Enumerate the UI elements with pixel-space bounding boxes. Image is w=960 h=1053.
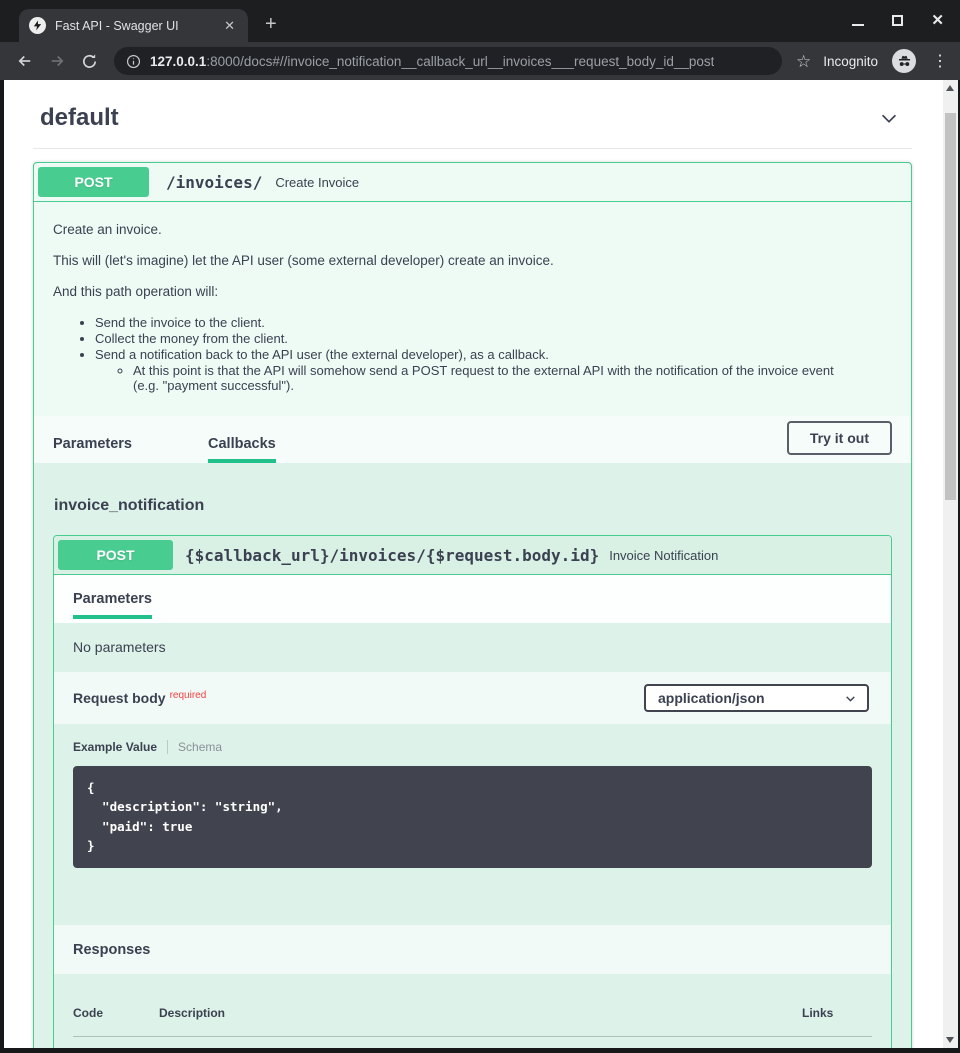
window-close-icon[interactable]: ✕ xyxy=(931,13,944,28)
operation-tab-bar: Parameters Callbacks Try it out xyxy=(34,416,911,463)
callbacks-container: invoice_notification POST {$callback_url… xyxy=(34,463,911,1048)
example-section: Example Value Schema { "description": "s… xyxy=(54,724,891,925)
page-scrollbar[interactable] xyxy=(943,80,958,1048)
chevron-down-icon[interactable] xyxy=(878,107,900,129)
operation-summary: Create Invoice xyxy=(275,175,359,190)
swagger-page: default POST /invoices/ Create Invoice C… xyxy=(4,80,943,1048)
header-code: Code xyxy=(73,1006,159,1020)
new-tab-icon[interactable]: + xyxy=(265,13,277,36)
responses-table-section: Code Description Links 200 Successful Re… xyxy=(54,974,891,1049)
callback-tab-bar: Parameters xyxy=(54,575,891,623)
request-body-label: Request body xyxy=(73,690,166,706)
tab-title: Fast API - Swagger UI xyxy=(55,19,212,33)
minimize-icon[interactable] xyxy=(852,24,864,26)
section-title: default xyxy=(40,104,119,132)
site-info-icon[interactable] xyxy=(126,54,141,69)
select-chevron-icon xyxy=(844,692,857,705)
fastapi-favicon-icon xyxy=(29,17,46,34)
example-tab-bar: Example Value Schema xyxy=(73,740,872,754)
browser-menu-icon[interactable]: ⋮ xyxy=(932,51,948,71)
sub-bullet-item: At this point is that the API will someh… xyxy=(133,363,863,393)
bullet-item: Send a notification back to the API user… xyxy=(95,347,896,393)
responses-label: Responses xyxy=(73,942,150,958)
no-parameters-text: No parameters xyxy=(73,639,166,655)
url-text: 127.0.0.1:8000/docs#//invoice_notificati… xyxy=(150,54,714,69)
forward-icon[interactable] xyxy=(44,48,70,74)
url-bar[interactable]: 127.0.0.1:8000/docs#//invoice_notificati… xyxy=(114,47,782,75)
opblock-post-invoices: POST /invoices/ Create Invoice Create an… xyxy=(33,162,912,1048)
try-it-out-button[interactable]: Try it out xyxy=(787,421,892,455)
incognito-label: Incognito xyxy=(823,54,878,69)
tab-close-icon[interactable]: ✕ xyxy=(221,18,238,34)
opblock-summary[interactable]: POST /invoices/ Create Invoice xyxy=(34,163,911,202)
browser-tab[interactable]: Fast API - Swagger UI ✕ xyxy=(19,9,248,42)
browser-toolbar: 127.0.0.1:8000/docs#//invoice_notificati… xyxy=(0,42,960,80)
tab-divider xyxy=(167,740,168,754)
url-host: 127.0.0.1 xyxy=(150,54,206,69)
callback-tab-parameters[interactable]: Parameters xyxy=(73,591,152,619)
bullet-item: Send the invoice to the client. xyxy=(95,315,896,330)
callback-name: invoice_notification xyxy=(54,497,892,515)
responses-header-row: Responses xyxy=(54,925,891,974)
operation-description: Create an invoice. This will (let's imag… xyxy=(34,202,911,416)
required-badge: required xyxy=(170,690,207,701)
no-parameters-row: No parameters xyxy=(54,623,891,672)
reload-icon[interactable] xyxy=(76,48,102,74)
scrollbar-up-icon[interactable] xyxy=(946,85,954,91)
scrollbar-thumb[interactable] xyxy=(945,113,956,500)
url-path: :8000/docs#//invoice_notification__callb… xyxy=(206,54,714,69)
callback-opblock: POST {$callback_url}/invoices/{$request.… xyxy=(53,535,892,1048)
callback-summary-text: Invoice Notification xyxy=(609,548,718,563)
header-links: Links xyxy=(802,1006,872,1020)
header-description: Description xyxy=(159,1006,802,1020)
description-paragraph: This will (let's imagine) let the API us… xyxy=(53,253,896,268)
bullet-item: Collect the money from the client. xyxy=(95,331,896,346)
back-icon[interactable] xyxy=(12,48,38,74)
callback-path: {$callback_url}/invoices/{$request.body.… xyxy=(185,546,599,565)
incognito-icon xyxy=(892,49,916,73)
callback-summary[interactable]: POST {$callback_url}/invoices/{$request.… xyxy=(54,536,891,575)
page-frame: default POST /invoices/ Create Invoice C… xyxy=(0,80,960,1053)
tab-schema[interactable]: Schema xyxy=(178,740,222,754)
response-row-200: 200 Successful Response No links xyxy=(73,1037,872,1049)
description-bullet-list: Send the invoice to the client. Collect … xyxy=(53,315,896,393)
operation-path: /invoices/ xyxy=(166,173,262,192)
description-paragraph: And this path operation will: xyxy=(53,284,896,299)
default-section-header[interactable]: default xyxy=(33,98,912,149)
responses-table-header: Code Description Links xyxy=(73,998,872,1037)
maximize-icon[interactable] xyxy=(892,15,903,26)
content-type-select[interactable]: application/json xyxy=(644,684,869,712)
tab-callbacks[interactable]: Callbacks xyxy=(208,422,276,463)
content-type-value: application/json xyxy=(658,690,765,706)
request-body-row: Request body required application/json xyxy=(54,672,891,724)
tab-example-value[interactable]: Example Value xyxy=(73,740,157,754)
description-sub-list: At this point is that the API will someh… xyxy=(95,363,896,393)
callback-method-badge-post: POST xyxy=(58,540,173,570)
method-badge-post: POST xyxy=(38,167,149,197)
scrollbar-down-icon[interactable] xyxy=(946,1037,954,1043)
example-code-block[interactable]: { "description": "string", "paid": true … xyxy=(73,766,872,868)
window-controls: ✕ xyxy=(852,13,944,28)
tab-parameters[interactable]: Parameters xyxy=(53,422,132,463)
browser-titlebar: Fast API - Swagger UI ✕ + ✕ xyxy=(0,0,960,42)
description-paragraph: Create an invoice. xyxy=(53,222,896,237)
bookmark-star-icon[interactable]: ☆ xyxy=(796,53,811,70)
